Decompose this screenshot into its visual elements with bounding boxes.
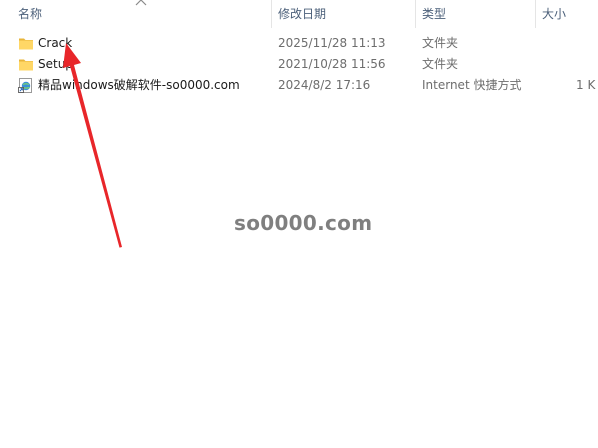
file-explorer-view: 名称 修改日期 类型 大小 Crack 2025/11/28 11:13 文件夹… bbox=[0, 0, 598, 448]
file-type: 文件夹 bbox=[422, 36, 459, 50]
file-row-crack[interactable]: Crack 2025/11/28 11:13 文件夹 bbox=[0, 33, 598, 54]
file-date: 2021/10/28 11:56 bbox=[278, 57, 386, 71]
folder-icon bbox=[19, 38, 33, 50]
file-type: 文件夹 bbox=[422, 57, 459, 71]
column-header-type[interactable]: 类型 bbox=[416, 0, 534, 28]
file-list: Crack 2025/11/28 11:13 文件夹 Setup 2021/10… bbox=[0, 33, 598, 96]
file-date: 2025/11/28 11:13 bbox=[278, 36, 386, 50]
column-header-size[interactable]: 大小 bbox=[536, 0, 598, 28]
watermark-text: so0000.com bbox=[234, 211, 373, 235]
column-header-date[interactable]: 修改日期 bbox=[272, 0, 414, 28]
file-name: 精品windows破解软件-so0000.com bbox=[38, 78, 240, 92]
file-row-setup[interactable]: Setup 2021/10/28 11:56 文件夹 bbox=[0, 54, 598, 75]
column-header-bar: 名称 修改日期 类型 大小 bbox=[0, 0, 598, 28]
column-header-name[interactable]: 名称 bbox=[12, 0, 270, 28]
file-size: 1 K bbox=[576, 78, 596, 92]
folder-icon bbox=[19, 59, 33, 71]
file-name: Setup bbox=[38, 57, 73, 71]
file-type: Internet 快捷方式 bbox=[422, 78, 522, 92]
file-row-shortcut[interactable]: 精品windows破解软件-so0000.com 2024/8/2 17:16 … bbox=[0, 75, 598, 96]
internet-shortcut-icon bbox=[18, 78, 32, 93]
file-date: 2024/8/2 17:16 bbox=[278, 78, 371, 92]
file-name: Crack bbox=[38, 36, 73, 50]
